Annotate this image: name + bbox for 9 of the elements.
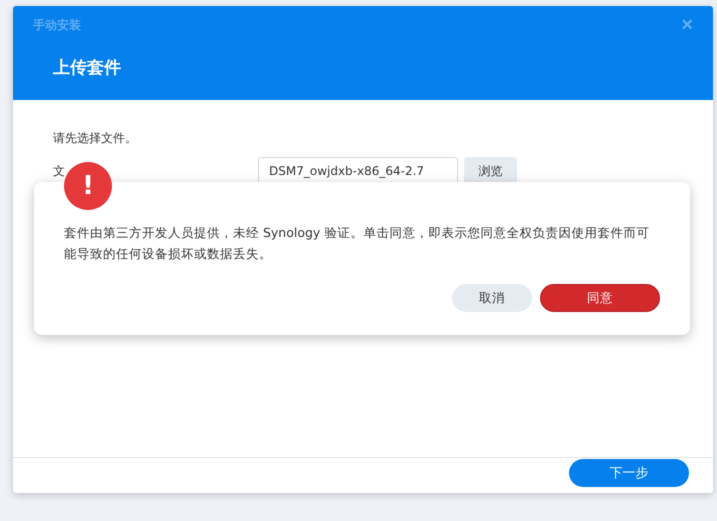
warning-icon: ! [64, 162, 112, 210]
next-button[interactable]: 下一步 [569, 458, 689, 486]
file-label: 文 [53, 162, 66, 180]
instruction-text: 请先选择文件。 [53, 130, 138, 147]
window-title: 手动安装 [33, 16, 81, 34]
agree-button[interactable]: 同意 [540, 284, 660, 312]
alert-message: 套件由第三方开发人员提供，未经 Synology 验证。单击同意，即表示您同意全权负责因使用套件而可能导致的任何设备损坏或数据丢失。 [64, 224, 650, 263]
cancel-button[interactable]: 取消 [452, 284, 532, 312]
dialog-heading: 上传套件 [52, 57, 122, 79]
